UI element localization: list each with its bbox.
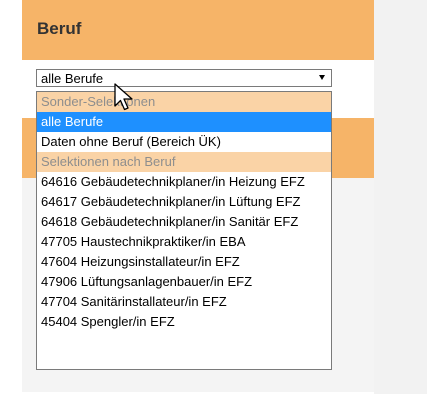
option-group-header: Sonder-Selektionen: [37, 92, 331, 112]
beruf-dropdown-list[interactable]: Sonder-Selektionen alle Berufe Daten ohn…: [36, 91, 332, 370]
dropdown-option[interactable]: 64616 Gebäudetechnikplaner/in Heizung EF…: [37, 172, 331, 192]
dropdown-option[interactable]: Daten ohne Beruf (Bereich ÜK): [37, 132, 331, 152]
beruf-select-value: alle Berufe: [41, 71, 104, 86]
dropdown-option[interactable]: 64617 Gebäudetechnikplaner/in Lüftung EF…: [37, 192, 331, 212]
dropdown-option[interactable]: 64618 Gebäudetechnikplaner/in Sanitär EF…: [37, 212, 331, 232]
dropdown-option[interactable]: 47705 Haustechnikpraktiker/in EBA: [37, 232, 331, 252]
option-group-header: Selektionen nach Beruf: [37, 152, 331, 172]
dropdown-option[interactable]: 47604 Heizungsinstallateur/in EFZ: [37, 252, 331, 272]
panel-title: Beruf: [37, 19, 82, 38]
beruf-select[interactable]: alle Berufe: [36, 69, 332, 87]
panel-header: Beruf: [22, 0, 374, 60]
page-side-strip: [374, 0, 427, 394]
dropdown-option[interactable]: 47704 Sanitärinstallateur/in EFZ: [37, 292, 331, 312]
dropdown-option[interactable]: 47906 Lüftungsanlagenbauer/in EFZ: [37, 272, 331, 292]
dropdown-option-selected[interactable]: alle Berufe: [37, 112, 331, 132]
dropdown-option[interactable]: 45404 Spengler/in EFZ: [37, 312, 331, 332]
triangle-down-icon: [319, 75, 325, 80]
